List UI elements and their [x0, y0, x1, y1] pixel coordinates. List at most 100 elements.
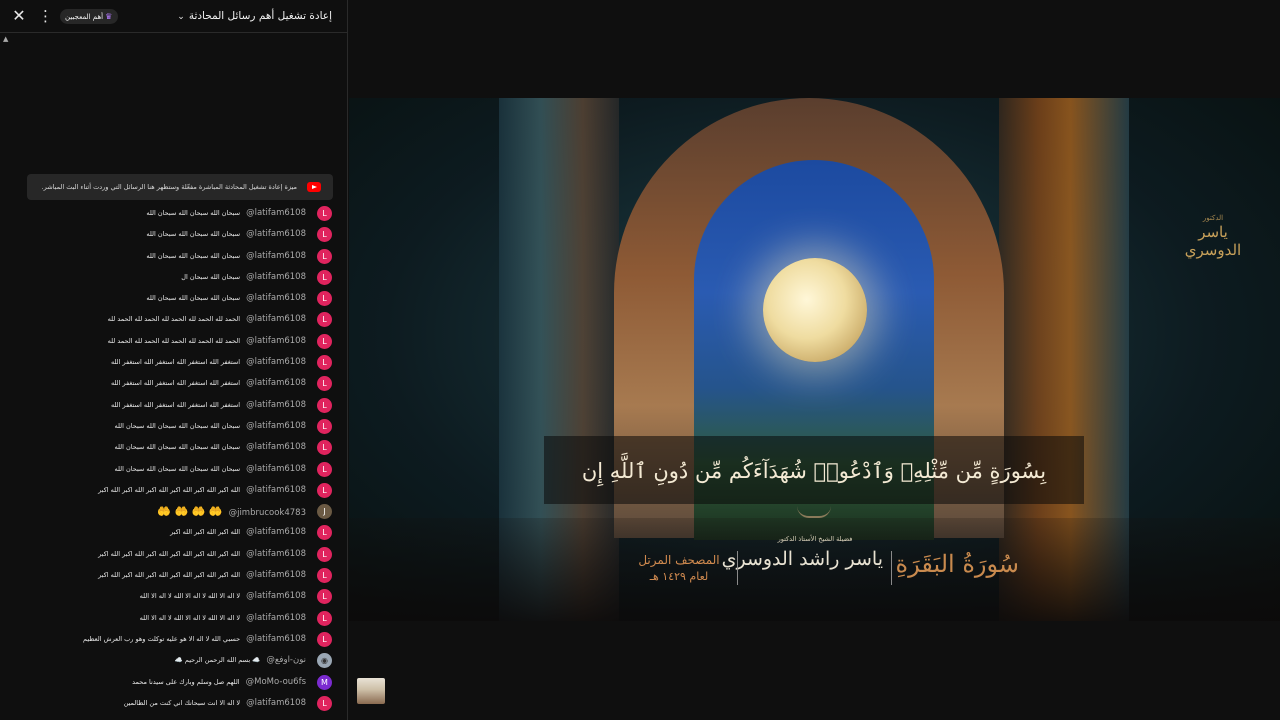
- top-fans-label: أهم المعجبين: [65, 13, 104, 21]
- avatar[interactable]: L: [317, 418, 332, 434]
- chat-message-line: @latifam6108 سبحان الله سبحان الله سبحان …: [115, 420, 306, 433]
- avatar[interactable]: L: [317, 631, 332, 647]
- top-fans-chip[interactable]: ♛أهم المعجبين: [60, 9, 119, 24]
- avatar[interactable]: L: [317, 525, 332, 541]
- chat-message[interactable]: L @latifam6108 سبحان الله سبحان الله سبحان…: [0, 224, 347, 245]
- chat-message[interactable]: L @latifam6108 الله اكبر الله اكبر الله اك…: [0, 522, 347, 543]
- chat-author-name[interactable]: @latifam6108: [246, 208, 306, 218]
- chat-author-name[interactable]: @latifam6108: [246, 314, 306, 324]
- avatar[interactable]: L: [317, 333, 332, 349]
- chat-message-line: @نون-اوفع ☁️ بسم الله الرحمن الرحيم ☁️: [175, 654, 306, 667]
- chat-author-name[interactable]: @نون-اوفع: [266, 655, 306, 665]
- avatar[interactable]: L: [317, 206, 332, 221]
- chat-message-line: @latifam6108 سبحان الله سبحان الله سبحان …: [115, 463, 306, 476]
- chat-message[interactable]: L @latifam6108 الله اكبر الله اكبر الله اك…: [0, 565, 347, 586]
- chat-mode-dropdown[interactable]: إعادة تشغيل أهم رسائل المحادثة⌄: [177, 7, 332, 25]
- chat-author-name[interactable]: @latifam6108: [246, 570, 306, 580]
- chat-author-name[interactable]: @latifam6108: [246, 400, 306, 410]
- chat-author-name[interactable]: @latifam6108: [246, 357, 306, 367]
- chat-message[interactable]: J @jimbrucook4783 🤲 🤲 🤲 🤲: [0, 501, 347, 522]
- chat-message[interactable]: L @latifam6108 لا اله الا الله لا اله الا …: [0, 586, 347, 607]
- chat-message[interactable]: L @latifam6108 سبحان الله سبحان الله سبحان…: [0, 416, 347, 437]
- chat-author-name[interactable]: @latifam6108: [246, 378, 306, 388]
- more-options-icon[interactable]: ⋮: [38, 7, 53, 25]
- avatar[interactable]: L: [317, 610, 332, 626]
- mushaf-label: المصحف المرتل لعام ١٤٢٩ هـ: [631, 551, 727, 585]
- avatar[interactable]: L: [317, 440, 332, 456]
- chat-message-text: الحمد لله الحمد لله الحمد لله الحمد لله …: [107, 315, 241, 324]
- avatar[interactable]: L: [317, 568, 332, 584]
- chat-message-text: سبحان الله سبحان ال: [181, 272, 241, 281]
- chat-message[interactable]: L @latifam6108 سبحان الله سبحان الله سبحان…: [0, 288, 347, 309]
- avatar[interactable]: J: [317, 504, 332, 520]
- chat-message-text: لا اله الا الله لا اله الا الله لا اله ا…: [139, 613, 241, 622]
- youtube-icon: [307, 182, 321, 192]
- avatar[interactable]: L: [317, 589, 332, 605]
- avatar[interactable]: M: [317, 674, 332, 690]
- chat-message[interactable]: L @latifam6108 الحمد لله الحمد لله الحمد ل…: [0, 331, 347, 352]
- chat-author-name[interactable]: @latifam6108: [246, 485, 306, 495]
- chat-message[interactable]: L @latifam6108 استغفر الله استغفر الله است…: [0, 395, 347, 416]
- avatar[interactable]: L: [317, 291, 332, 307]
- chat-message[interactable]: L @latifam6108 استغفر الله استغفر الله است…: [0, 352, 347, 373]
- chat-message[interactable]: L @latifam6108 الحمد لله الحمد لله الحمد ل…: [0, 309, 347, 330]
- chat-message[interactable]: L @latifam6108 سبحان الله سبحان الله سبحان…: [0, 459, 347, 480]
- chat-message[interactable]: L @latifam6108 لا اله الا انت سبحانك اني ك…: [0, 693, 347, 714]
- chat-message[interactable]: L @latifam6108 حسبي الله لا اله الا هو علي…: [0, 629, 347, 650]
- chat-author-name[interactable]: @jimbrucook4783: [229, 508, 306, 518]
- chat-author-name[interactable]: @latifam6108: [246, 442, 306, 452]
- chat-message-line: @latifam6108 الله اكبر الله اكبر الله اكب…: [170, 526, 306, 539]
- avatar[interactable]: L: [317, 355, 332, 371]
- separator-line: [737, 551, 738, 585]
- chat-author-name[interactable]: @MoMo-ou6fs: [246, 677, 306, 687]
- channel-logo: الدكتور ياسر الدوسري: [1177, 214, 1249, 259]
- chat-message[interactable]: L @latifam6108 سبحان الله سبحان الله سبحان…: [0, 437, 347, 458]
- chat-author-name[interactable]: @latifam6108: [246, 527, 306, 537]
- avatar[interactable]: L: [317, 695, 332, 711]
- chat-message[interactable]: L @latifam6108 سبحان الله سبحان ال: [0, 267, 347, 288]
- chat-author-name[interactable]: @latifam6108: [246, 272, 306, 282]
- separator-line: [891, 551, 892, 585]
- avatar[interactable]: L: [317, 376, 332, 392]
- replay-notice-text: ميزة إعادة تشغيل المحادثة المباشرة مفعّل…: [41, 183, 297, 191]
- reciter-block: فضيلة الشيخ الأستاذ الدكتور ياسر راشد ال…: [722, 534, 883, 574]
- avatar[interactable]: ◉: [317, 653, 332, 669]
- chat-message[interactable]: L @latifam6108 الله اكبر الله اكبر الله اك…: [0, 480, 347, 501]
- avatar[interactable]: L: [317, 482, 332, 498]
- chat-message[interactable]: L @latifam6108 لا اله الا الله لا اله الا …: [0, 608, 347, 629]
- reciter-avatar-thumbnail[interactable]: [357, 678, 385, 704]
- avatar[interactable]: L: [317, 397, 332, 413]
- chevron-down-icon: ⌄: [177, 12, 185, 22]
- close-icon[interactable]: ✕: [10, 7, 28, 25]
- chat-author-name[interactable]: @latifam6108: [246, 464, 306, 474]
- chat-author-name[interactable]: @latifam6108: [246, 229, 306, 239]
- avatar[interactable]: L: [317, 312, 332, 328]
- chat-message-text: لا اله الا انت سبحانك اني كنت من الظالمي…: [123, 698, 241, 707]
- chat-message[interactable]: L @latifam6108 سبحان الله سبحان الله سبحان…: [0, 203, 347, 224]
- chat-message-line: @latifam6108 لا اله الا الله لا اله الا ا…: [140, 590, 306, 603]
- chat-message-text: 🤲 🤲 🤲 🤲: [157, 505, 223, 519]
- chat-author-name[interactable]: @latifam6108: [246, 421, 306, 431]
- chat-message-line: @latifam6108 سبحان الله سبحان ال: [181, 271, 306, 284]
- chat-message[interactable]: L @latifam6108 الله اكبر الله اكبر الله اك…: [0, 544, 347, 565]
- avatar[interactable]: L: [317, 546, 332, 562]
- chat-author-name[interactable]: @latifam6108: [246, 698, 306, 708]
- chat-message[interactable]: ◉ @نون-اوفع ☁️ بسم الله الرحمن الرحيم ☁️: [0, 650, 347, 671]
- chat-message-line: @jimbrucook4783 🤲 🤲 🤲 🤲: [157, 505, 306, 520]
- avatar[interactable]: L: [317, 227, 332, 243]
- chat-author-name[interactable]: @latifam6108: [246, 336, 306, 346]
- chat-message[interactable]: L @latifam6108 سبحان الله سبحان الله سبحان…: [0, 246, 347, 267]
- chat-author-name[interactable]: @latifam6108: [246, 613, 306, 623]
- chat-author-name[interactable]: @latifam6108: [246, 293, 306, 303]
- chat-message[interactable]: M @MoMo-ou6fs اللهم صل وسلم وبارك على سيدن…: [0, 672, 347, 693]
- chat-author-name[interactable]: @latifam6108: [246, 634, 306, 644]
- avatar[interactable]: L: [317, 269, 332, 285]
- chat-author-name[interactable]: @latifam6108: [246, 251, 306, 261]
- chat-author-name[interactable]: @latifam6108: [246, 549, 306, 559]
- chat-author-name[interactable]: @latifam6108: [246, 591, 306, 601]
- avatar[interactable]: L: [317, 248, 332, 264]
- video-player[interactable]: بِسُورَةٍ مِّن مِّثْلِهِۦ وَٱدْعُوا۟ شُه…: [349, 0, 1280, 720]
- avatar[interactable]: L: [317, 461, 332, 477]
- chat-message[interactable]: L @latifam6108 استغفر الله استغفر الله است…: [0, 373, 347, 394]
- scroll-up-arrow-icon[interactable]: ▲: [3, 35, 8, 43]
